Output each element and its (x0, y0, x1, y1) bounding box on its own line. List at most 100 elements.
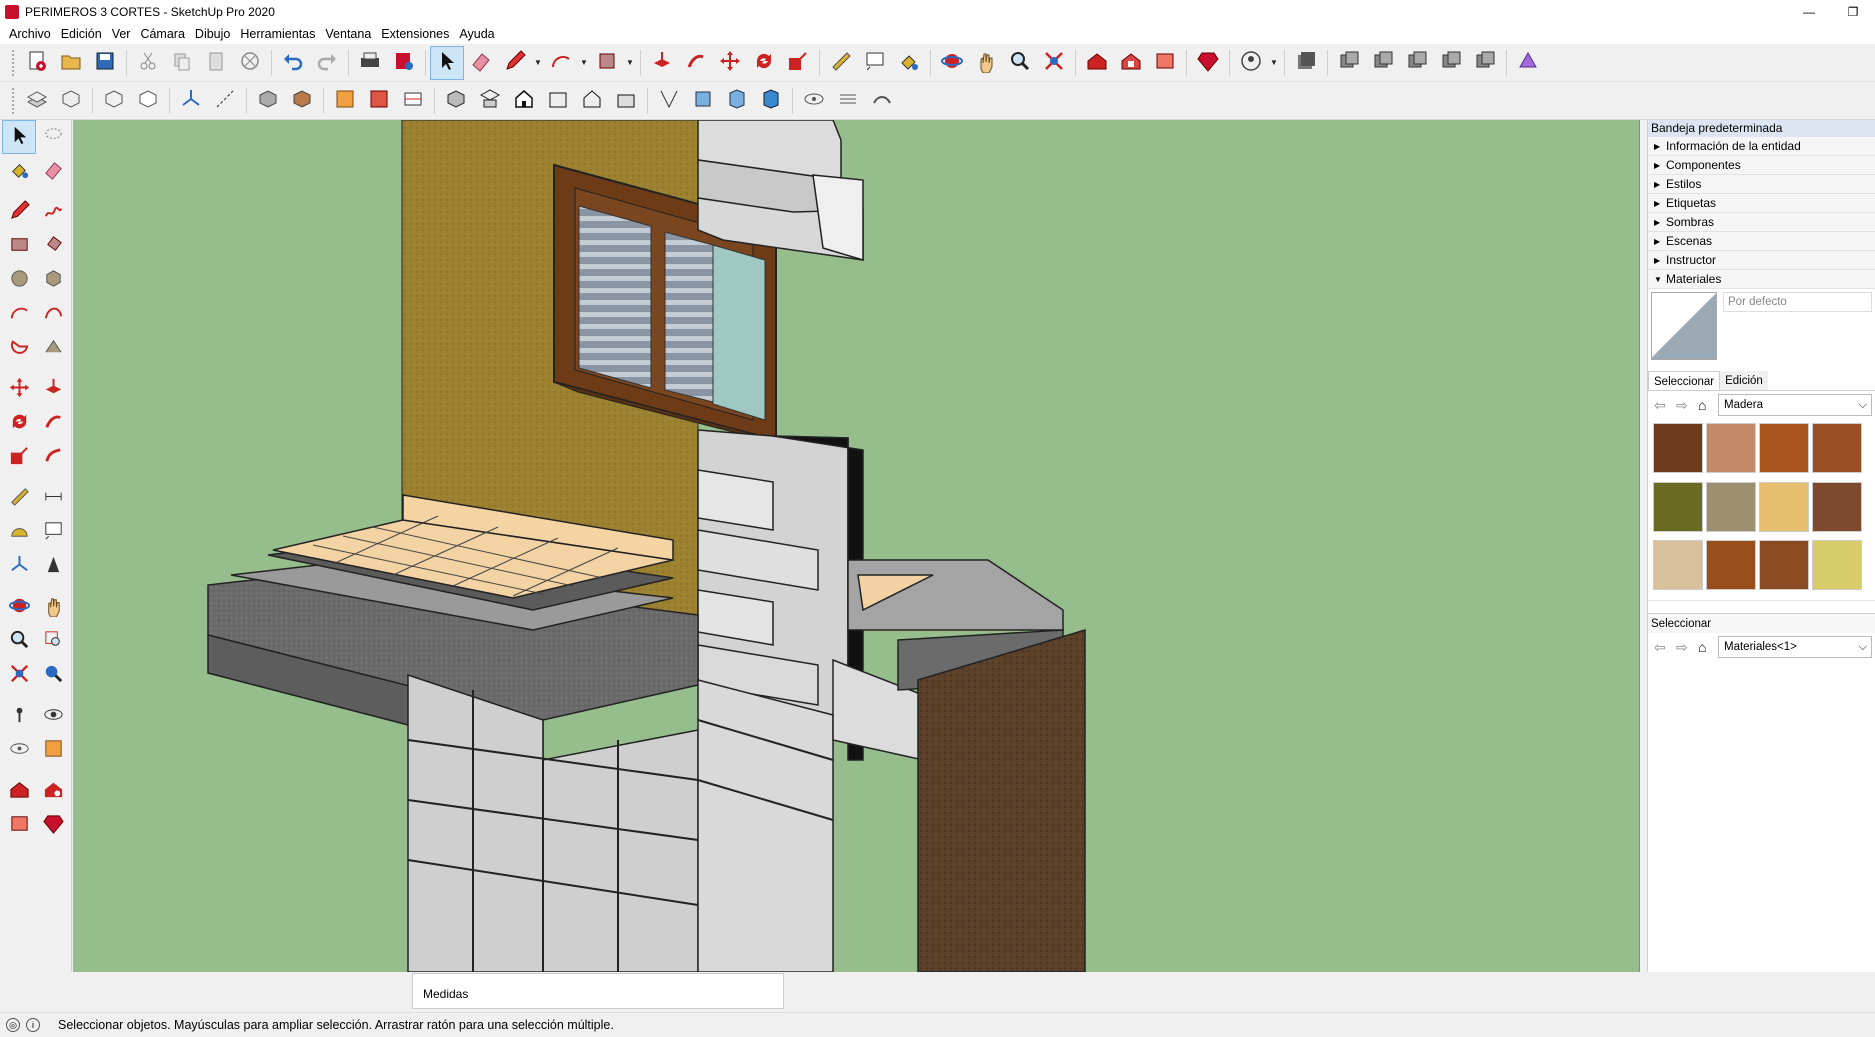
secondary-library-select[interactable]: Materiales<1> (1718, 636, 1872, 658)
material-swatch[interactable] (1653, 423, 1703, 473)
material-swatch[interactable] (1706, 423, 1756, 473)
material-swatch[interactable] (1706, 540, 1756, 591)
tray-panel-etiquetas[interactable]: ▶ Etiquetas (1648, 194, 1875, 213)
polygon-tool-button[interactable] (36, 263, 70, 297)
material-swatch[interactable] (1759, 423, 1809, 473)
menu-cámara[interactable]: Cámara (140, 27, 184, 41)
solid-split-button[interactable] (1434, 46, 1468, 80)
axes-tool-button[interactable] (2, 549, 36, 583)
extension-warehouse-button[interactable] (1114, 46, 1148, 80)
warehouse-tool-button[interactable] (2, 774, 36, 808)
dropdown-arrow-icon[interactable]: ▼ (578, 46, 590, 80)
perspective-button[interactable] (652, 84, 686, 118)
back-edges-button[interactable] (54, 84, 88, 118)
forward-arrow-icon[interactable]: ⇨ (1676, 639, 1698, 656)
material-swatch[interactable] (1812, 540, 1862, 591)
axes-button[interactable] (174, 84, 208, 118)
material-swatch[interactable] (1706, 481, 1756, 532)
eraser-tool-button[interactable] (36, 154, 70, 188)
zoom-window-tool-button[interactable] (36, 624, 70, 658)
paint-button[interactable] (892, 46, 926, 80)
zoom-tool-button[interactable] (2, 624, 36, 658)
new-button[interactable] (20, 46, 54, 80)
home-icon[interactable]: ⌂ (1698, 639, 1718, 655)
layout-button[interactable] (1148, 46, 1182, 80)
open-button[interactable] (54, 46, 88, 80)
back-arrow-icon[interactable]: ⇦ (1654, 639, 1676, 656)
section-plane-button[interactable] (328, 84, 362, 118)
tray-panel-instructor[interactable]: ▶ Instructor (1648, 251, 1875, 270)
model-viewport[interactable] (73, 120, 1640, 972)
lasso-tool-button[interactable] (36, 120, 70, 154)
look-button[interactable] (831, 84, 865, 118)
material-swatch[interactable] (1653, 540, 1703, 591)
menu-ayuda[interactable]: Ayuda (459, 27, 494, 41)
tray-panel-materiales[interactable]: ▼ Materiales (1648, 270, 1875, 289)
shape-button[interactable] (590, 46, 624, 80)
freehand-tool-button[interactable] (36, 195, 70, 229)
pie-tool-button[interactable] (2, 331, 36, 365)
3d-text-tool-button[interactable] (36, 549, 70, 583)
look-around-tool-button[interactable] (36, 699, 70, 733)
back-arrow-icon[interactable]: ⇦ (1654, 397, 1676, 414)
solid-trim-button[interactable] (1400, 46, 1434, 80)
outliner-button[interactable] (1289, 46, 1323, 80)
account-button[interactable] (1234, 46, 1268, 80)
save-button[interactable] (88, 46, 122, 80)
walk-tool-button[interactable] (2, 733, 36, 767)
prism-button[interactable] (1511, 46, 1545, 80)
three-point-arc-tool-button[interactable] (36, 331, 70, 365)
text-tool-button[interactable] (36, 515, 70, 549)
section-display-button[interactable] (754, 84, 788, 118)
redo-button[interactable] (310, 46, 344, 80)
protractor-tool-button[interactable] (2, 515, 36, 549)
rotated-rectangle-tool-button[interactable] (36, 229, 70, 263)
parallel-button[interactable] (686, 84, 720, 118)
position-button[interactable] (865, 84, 899, 118)
xray-button[interactable] (20, 84, 54, 118)
two-point-button[interactable] (720, 84, 754, 118)
pencil-button[interactable] (498, 46, 532, 80)
left-button[interactable] (609, 84, 643, 118)
menu-dibujo[interactable]: Dibujo (195, 27, 230, 41)
previous-tool-button[interactable] (36, 658, 70, 692)
solid-subtract-button[interactable] (1366, 46, 1400, 80)
material-swatch[interactable] (1759, 540, 1809, 591)
position-camera-tool-button[interactable] (2, 699, 36, 733)
walk-button[interactable] (797, 84, 831, 118)
top-button[interactable] (473, 84, 507, 118)
dimension-tool-button[interactable] (36, 481, 70, 515)
dropdown-arrow-icon[interactable]: ▼ (1268, 46, 1280, 80)
paste-button[interactable] (199, 46, 233, 80)
follow-me-button[interactable] (679, 46, 713, 80)
material-swatch[interactable] (1812, 423, 1862, 473)
orbit-tool-button[interactable] (2, 590, 36, 624)
eraser-button[interactable] (464, 46, 498, 80)
forward-arrow-icon[interactable]: ⇨ (1676, 397, 1698, 414)
tape-button[interactable] (824, 46, 858, 80)
model-info-button[interactable] (387, 46, 421, 80)
dropdown-arrow-icon[interactable]: ▼ (532, 46, 544, 80)
wireframe-button[interactable] (97, 84, 131, 118)
material-swatch[interactable] (1759, 481, 1809, 532)
material-swatch[interactable] (1812, 481, 1862, 532)
toolbar-grip[interactable] (12, 49, 16, 76)
cut-button[interactable] (131, 46, 165, 80)
layout-tool-button[interactable] (2, 808, 36, 842)
dropdown-arrow-icon[interactable]: ▼ (624, 46, 636, 80)
section-fill-button[interactable] (362, 84, 396, 118)
front-button[interactable] (507, 84, 541, 118)
menu-edición[interactable]: Edición (61, 27, 102, 41)
circle-tool-button[interactable] (2, 263, 36, 297)
paint-tool-button[interactable] (2, 154, 36, 188)
tray-panel-estilos[interactable]: ▶ Estilos (1648, 175, 1875, 194)
tray-panel-escenas[interactable]: ▶ Escenas (1648, 232, 1875, 251)
scale-button[interactable] (781, 46, 815, 80)
pan-tool-button[interactable] (36, 590, 70, 624)
arc-button[interactable] (544, 46, 578, 80)
menu-ver[interactable]: Ver (112, 27, 131, 41)
section-plane-tool-button[interactable] (36, 733, 70, 767)
extension-tool-button[interactable] (36, 774, 70, 808)
two-point-arc-tool-button[interactable] (36, 297, 70, 331)
pencil-tool-button[interactable] (2, 195, 36, 229)
